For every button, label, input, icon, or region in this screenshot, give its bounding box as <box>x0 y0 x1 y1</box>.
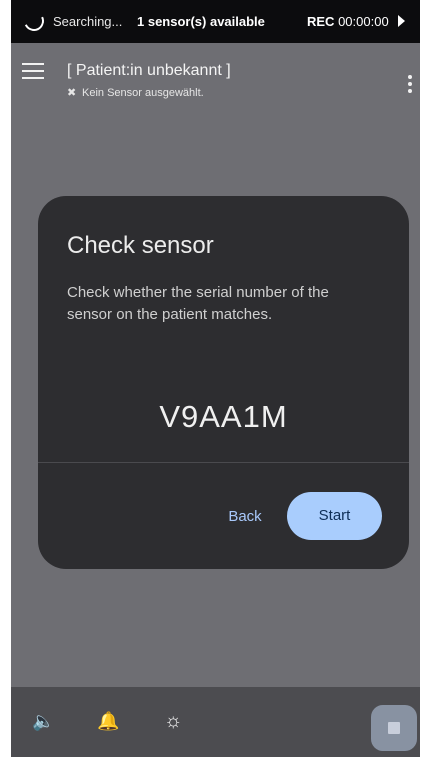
play-icon[interactable] <box>398 15 405 27</box>
rec-time: 00:00:00 <box>338 14 389 29</box>
serial-number: V9AA1M <box>159 399 288 434</box>
dialog-divider <box>38 462 409 463</box>
app-header: [ Patient:in unbekannt ] ✖ Kein Sensor au… <box>11 43 420 113</box>
status-bar: Searching... 1 sensor(s) available REC 0… <box>11 0 420 43</box>
dialog-title: Check sensor <box>67 232 214 259</box>
check-sensor-dialog: Check sensor Check whether the serial nu… <box>38 196 409 569</box>
sensor-status: ✖ Kein Sensor ausgewählt. <box>67 86 204 99</box>
bottom-toolbar: 🔈 🔔 ☼ <box>11 687 420 757</box>
alarm-bell-icon[interactable]: 🔔 <box>97 711 119 731</box>
back-button[interactable]: Back <box>215 499 275 535</box>
sensor-count-text: 1 sensor(s) available <box>137 14 265 29</box>
stop-button[interactable] <box>371 705 417 751</box>
hamburger-menu-icon[interactable] <box>22 63 44 79</box>
stop-square-icon <box>388 722 400 734</box>
searching-text: Searching... <box>53 14 123 29</box>
brightness-icon[interactable]: ☼ <box>164 711 182 731</box>
app-screen: Searching... 1 sensor(s) available REC 0… <box>11 0 420 757</box>
start-button[interactable]: Start <box>287 492 382 540</box>
rec-label: REC <box>307 14 335 29</box>
dialog-message: Check whether the serial number of the s… <box>67 284 329 323</box>
volume-icon[interactable]: 🔈 <box>32 711 54 731</box>
sensor-status-text: Kein Sensor ausgewählt. <box>82 87 204 99</box>
recording-indicator: REC 00:00:00 <box>307 14 389 29</box>
loading-spinner-icon <box>21 8 47 34</box>
patient-name: [ Patient:in unbekannt ] <box>67 62 231 79</box>
more-options-icon[interactable] <box>408 75 412 96</box>
no-sensor-icon: ✖ <box>67 87 77 99</box>
